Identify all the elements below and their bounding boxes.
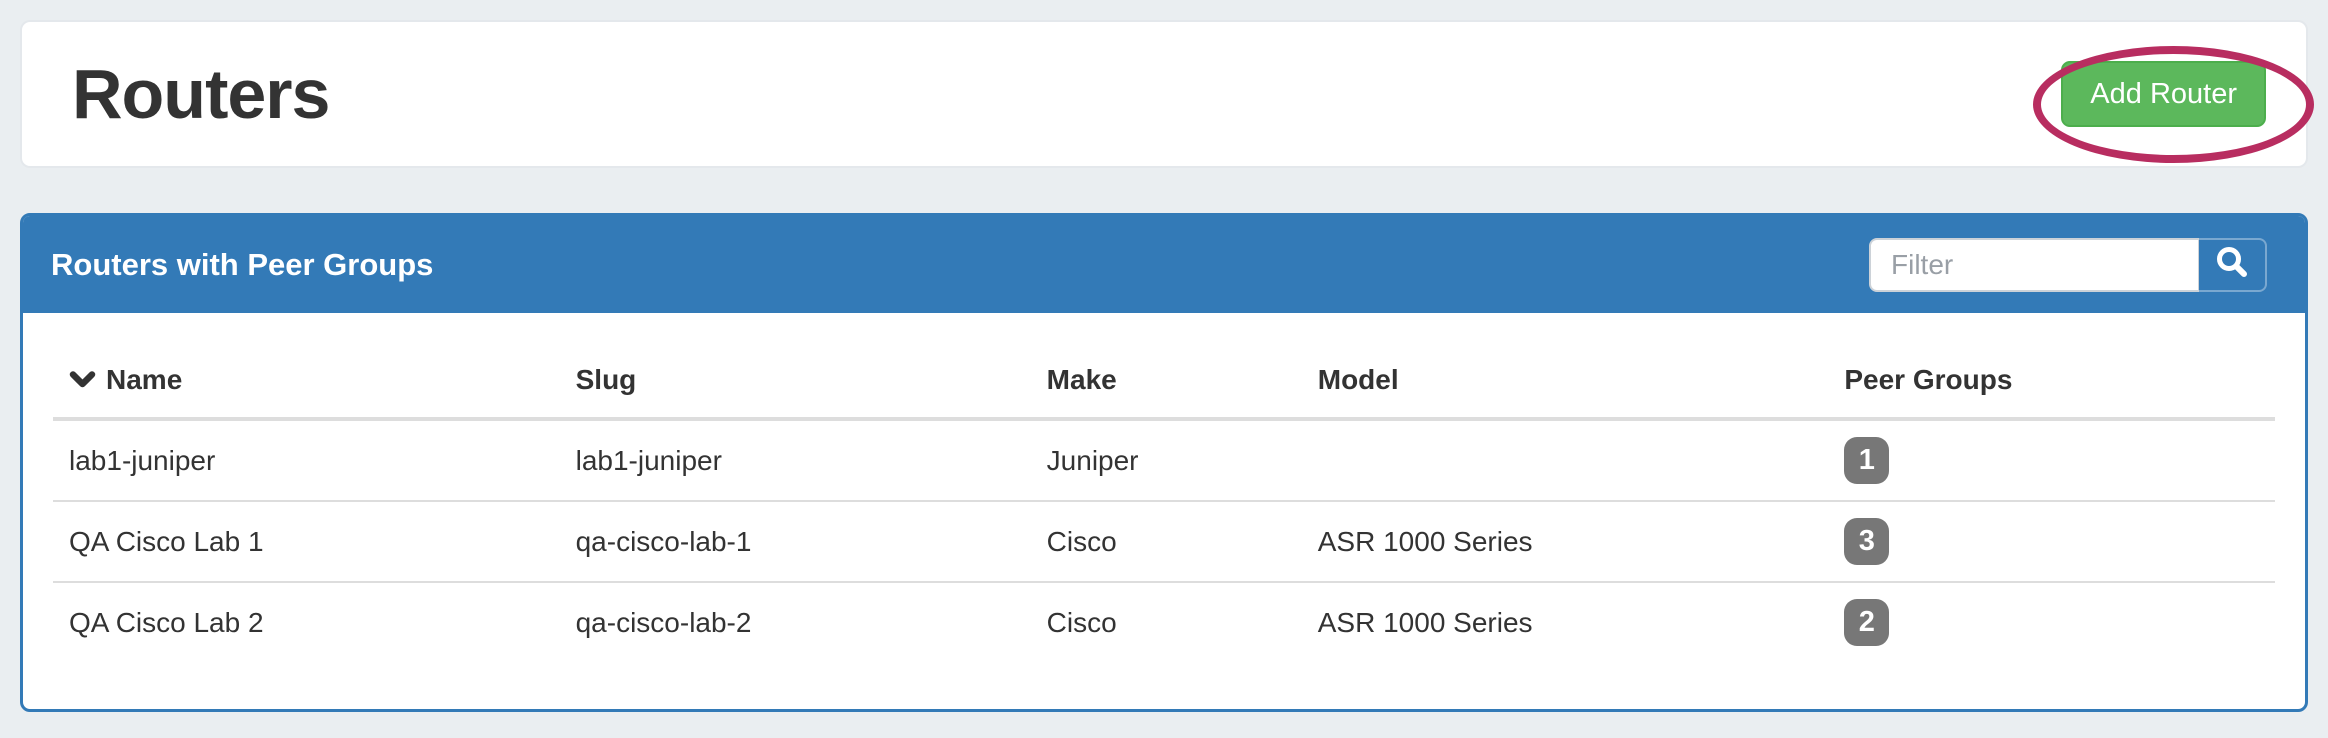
- add-router-button[interactable]: Add Router: [2061, 61, 2266, 127]
- column-header-name-label: Name: [106, 360, 182, 400]
- cell-slug: lab1-juniper: [560, 419, 1031, 501]
- column-header-slug[interactable]: Slug: [560, 343, 1031, 419]
- peer-groups-badge: 2: [1844, 599, 1889, 646]
- page-header-card: Routers Add Router: [20, 20, 2308, 168]
- cell-name: QA Cisco Lab 1: [53, 501, 560, 582]
- cell-model: ASR 1000 Series: [1302, 582, 1829, 662]
- peer-groups-badge: 1: [1844, 437, 1889, 484]
- cell-model: [1302, 419, 1829, 501]
- panel-title: Routers with Peer Groups: [51, 247, 433, 283]
- table-row: QA Cisco Lab 1 qa-cisco-lab-1 Cisco ASR …: [53, 501, 2275, 582]
- cell-peer-groups: 3: [1828, 501, 2275, 582]
- search-button[interactable]: [2199, 238, 2267, 292]
- panel-heading: Routers with Peer Groups: [23, 216, 2305, 313]
- cell-name: QA Cisco Lab 2: [53, 582, 560, 662]
- cell-slug: qa-cisco-lab-1: [560, 501, 1031, 582]
- magnifier-icon: [2213, 244, 2251, 285]
- cell-make: Cisco: [1031, 582, 1302, 662]
- chevron-down-icon: [69, 360, 96, 400]
- filter-input[interactable]: [1869, 238, 2199, 292]
- cell-make: Cisco: [1031, 501, 1302, 582]
- peer-groups-badge: 3: [1844, 518, 1889, 565]
- table-header-row: Name Slug Make Model Peer Groups: [53, 343, 2275, 419]
- filter-group: [1869, 238, 2267, 292]
- cell-peer-groups: 1: [1828, 419, 2275, 501]
- cell-peer-groups: 2: [1828, 582, 2275, 662]
- table-row: QA Cisco Lab 2 qa-cisco-lab-2 Cisco ASR …: [53, 582, 2275, 662]
- routers-table: Name Slug Make Model Peer Groups lab1-ju…: [53, 343, 2275, 662]
- column-header-make[interactable]: Make: [1031, 343, 1302, 419]
- cell-name: lab1-juniper: [53, 419, 560, 501]
- cell-model: ASR 1000 Series: [1302, 501, 1829, 582]
- page-title: Routers: [72, 54, 329, 134]
- routers-panel: Routers with Peer Groups: [20, 213, 2308, 712]
- cell-make: Juniper: [1031, 419, 1302, 501]
- panel-body: Name Slug Make Model Peer Groups lab1-ju…: [23, 313, 2305, 662]
- cell-slug: qa-cisco-lab-2: [560, 582, 1031, 662]
- column-header-peer-groups[interactable]: Peer Groups: [1828, 343, 2275, 419]
- table-row: lab1-juniper lab1-juniper Juniper 1: [53, 419, 2275, 501]
- column-header-name[interactable]: Name: [53, 343, 560, 419]
- column-header-model[interactable]: Model: [1302, 343, 1829, 419]
